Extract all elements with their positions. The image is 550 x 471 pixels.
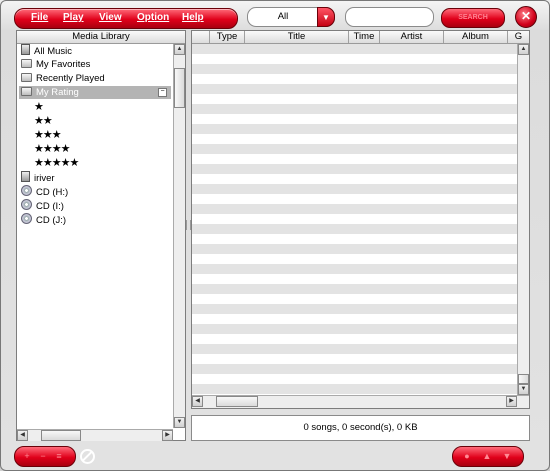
tree-item-recently-played[interactable]: Recently Played (19, 72, 105, 85)
empty-row (192, 224, 517, 234)
cancel-icon[interactable] (80, 449, 95, 464)
scroll-up-icon[interactable]: ▲ (174, 44, 185, 55)
scroll-down-icon[interactable]: ▼ (174, 417, 185, 428)
menu-bar: File Play View Option Help (14, 8, 238, 29)
library-vertical-scrollbar[interactable]: ▲ ▼ (173, 44, 185, 428)
column-genre[interactable]: G (508, 31, 529, 43)
rating-2-stars[interactable]: ★★ (34, 114, 53, 127)
cd-icon (21, 199, 32, 210)
media-library-panel: Media Library All Music My Favorites Rec… (16, 30, 186, 441)
tree-item-all-music[interactable]: All Music (19, 44, 72, 57)
move-up-icon[interactable]: ▲ (481, 450, 493, 462)
remove-icon[interactable]: − (37, 450, 49, 462)
column-header: Type Title Time Artist Album G (192, 31, 529, 44)
empty-row (192, 104, 517, 114)
empty-row (192, 124, 517, 134)
scroll-right-icon[interactable]: ▶ (506, 396, 517, 407)
column-type[interactable]: Type (210, 31, 245, 43)
empty-row (192, 264, 517, 274)
empty-row (192, 64, 517, 74)
tree-item-cd-j[interactable]: CD (J:) (19, 213, 66, 226)
transfer-icon[interactable]: ● (461, 450, 473, 462)
scroll-right-icon[interactable]: ▶ (162, 430, 173, 441)
menu-help[interactable]: Help (182, 12, 204, 23)
empty-row (192, 184, 517, 194)
empty-row (192, 364, 517, 374)
cd-icon (21, 185, 32, 196)
empty-row (192, 284, 517, 294)
scroll-up-icon[interactable]: ▲ (518, 44, 529, 55)
close-button[interactable]: ✕ (515, 6, 537, 28)
menu-view[interactable]: View (99, 12, 122, 23)
cd-icon (21, 213, 32, 224)
list-vertical-scrollbar[interactable]: ▲ ▼ (517, 44, 529, 395)
scroll-down-icon[interactable]: ▼ (518, 384, 529, 395)
right-control-pill: ● ▲ ▼ (452, 446, 524, 467)
empty-row (192, 244, 517, 254)
tree-item-my-favorites[interactable]: My Favorites (19, 58, 90, 71)
search-button[interactable]: SEARCH (441, 8, 505, 28)
empty-row (192, 344, 517, 354)
music-library-icon (21, 44, 30, 55)
filter-value: All (277, 11, 289, 22)
edit-icon[interactable]: ≡ (53, 450, 65, 462)
tree-item-cd-i[interactable]: CD (I:) (19, 199, 64, 212)
scroll-thumb[interactable] (174, 68, 185, 108)
device-icon (21, 171, 30, 182)
rating-5-stars[interactable]: ★★★★★ (34, 156, 79, 169)
tree-item-my-rating[interactable]: My Rating − (19, 86, 171, 99)
filter-dropdown[interactable]: All ▼ (247, 7, 335, 27)
add-icon[interactable]: + (21, 450, 33, 462)
list-horizontal-scrollbar[interactable]: ◀ ▶ (192, 395, 529, 408)
menu-play[interactable]: Play (63, 12, 84, 23)
column-blank[interactable] (192, 31, 210, 43)
library-horizontal-scrollbar[interactable]: ◀ ▶ (17, 429, 173, 441)
empty-row (192, 204, 517, 214)
rating-1-star[interactable]: ★ (34, 100, 44, 113)
chevron-down-icon[interactable]: ▼ (317, 7, 335, 27)
tree-item-cd-h[interactable]: CD (H:) (19, 185, 68, 198)
media-library-header: Media Library (17, 31, 185, 44)
column-album[interactable]: Album (444, 31, 508, 43)
rating-3-stars[interactable]: ★★★ (34, 128, 62, 141)
empty-row (192, 84, 517, 94)
menu-file[interactable]: File (31, 12, 48, 23)
column-title[interactable]: Title (245, 31, 349, 43)
song-list: Type Title Time Artist Album G ▲ ▼ ◀ ▶ (191, 30, 530, 409)
empty-row (192, 384, 517, 394)
status-bar: 0 songs, 0 second(s), 0 KB (191, 415, 530, 441)
scroll-left-icon[interactable]: ◀ (192, 396, 203, 407)
empty-row (192, 44, 517, 54)
empty-row (192, 324, 517, 334)
menu-option[interactable]: Option (137, 12, 169, 23)
empty-row (192, 164, 517, 174)
left-control-pill: + − ≡ (14, 446, 76, 467)
column-time[interactable]: Time (349, 31, 380, 43)
folder-icon (21, 59, 32, 68)
column-artist[interactable]: Artist (380, 31, 444, 43)
scroll-left-icon[interactable]: ◀ (17, 430, 28, 441)
empty-row (192, 144, 517, 154)
scroll-thumb[interactable] (518, 374, 529, 384)
rating-4-stars[interactable]: ★★★★ (34, 142, 70, 155)
scroll-thumb[interactable] (216, 396, 258, 407)
scroll-thumb[interactable] (41, 430, 81, 441)
folder-icon (21, 87, 32, 96)
tree-item-iriver[interactable]: iriver (19, 171, 55, 184)
empty-row (192, 304, 517, 314)
search-input[interactable] (345, 7, 434, 27)
folder-icon (21, 73, 32, 82)
collapse-icon[interactable]: − (158, 88, 167, 97)
move-down-icon[interactable]: ▼ (501, 450, 513, 462)
